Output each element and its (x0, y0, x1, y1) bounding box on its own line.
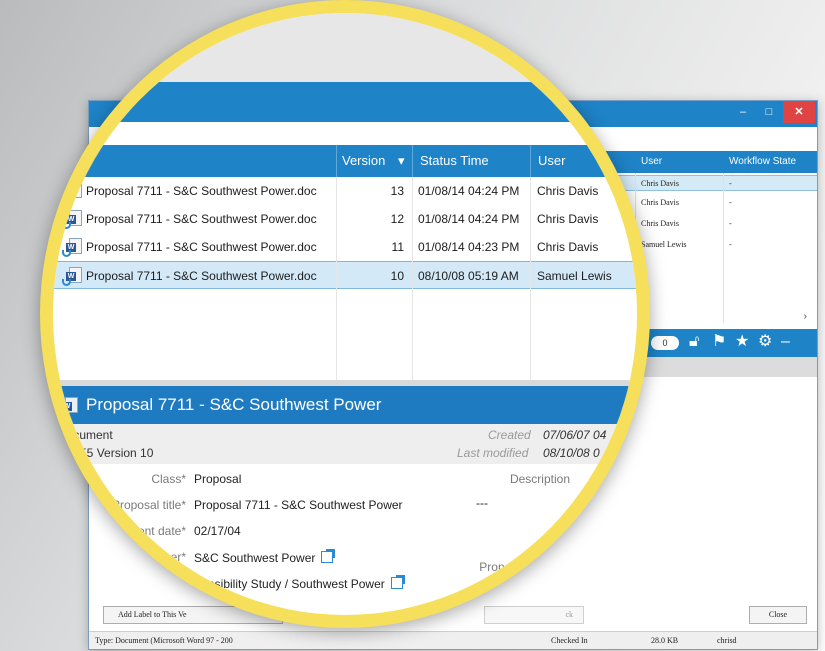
proposal-title-value[interactable]: Proposal 7711 - S&C Southwest Power (194, 498, 403, 512)
class-value[interactable]: Proposal (194, 472, 241, 486)
card-title: Proposal 7711 - S&C Southwest Power (86, 395, 382, 414)
col-name[interactable]: Name (58, 153, 93, 168)
object-id-version: ID 255 Version 10 (58, 446, 154, 460)
linked-word-document-icon: W (62, 210, 82, 229)
expand-chevron-icon[interactable]: › (53, 269, 54, 283)
back-col-workflow[interactable]: Workflow State (729, 156, 796, 167)
row-status-time: 01/08/14 04:23 PM (418, 240, 520, 254)
count-badge: 0 (651, 336, 679, 350)
row-user: Chris Davis (537, 240, 599, 254)
back-row-user: Chris Davis (641, 198, 679, 207)
column-divider (530, 177, 531, 380)
metadata-card-header: W Proposal 7711 - S&C Southwest Power (53, 386, 637, 424)
row-user: Chris Davis (537, 184, 599, 198)
close-window-button[interactable]: ✕ (783, 101, 815, 123)
status-user: chrisd (717, 636, 737, 645)
back-row-state: - (729, 179, 732, 188)
col-status-time[interactable]: Status Time (420, 153, 489, 168)
customer-text: S&C Southwest Power (194, 551, 316, 565)
linked-word-document-icon: W (62, 238, 82, 257)
back-row-state: - (729, 198, 732, 207)
back-row-user: Chris Davis (641, 179, 679, 188)
maximize-button[interactable]: □ (757, 101, 781, 123)
proposal-number-label: Proposal numb (479, 560, 560, 574)
header-divider (412, 145, 413, 177)
close-button[interactable]: Close (749, 606, 807, 624)
col-version[interactable]: Version (342, 153, 385, 168)
class-label: Class* (151, 472, 186, 486)
back-row-state: - (729, 219, 732, 228)
row-version: 13 (390, 184, 404, 198)
header-divider (336, 145, 337, 177)
status-type: Type: Document (Microsoft Word 97 - 200 (95, 636, 233, 645)
zoom-top-chrome (53, 13, 637, 82)
back-col-user[interactable]: User (641, 156, 662, 167)
scroll-right-icon[interactable]: › (804, 311, 807, 322)
back-row-user: Chris Davis (641, 219, 679, 228)
row-user: Samuel Lewis (537, 269, 612, 283)
open-link-icon[interactable] (321, 549, 336, 563)
list-row-selected[interactable]: › W Proposal 7711 - S&C Southwest Power.… (53, 261, 637, 289)
row-status-time: 01/08/14 04:24 PM (418, 212, 520, 226)
star-icon[interactable]: ★ (735, 333, 749, 351)
object-type: Document (58, 428, 113, 442)
row-version: 12 (390, 212, 404, 226)
proposal-title-label: Proposal title* (111, 498, 186, 512)
project-label: t (182, 576, 186, 590)
document-date-value[interactable]: 02/17/04 (194, 524, 241, 538)
back-row-user: Samuel Lewis (641, 240, 687, 249)
expand-chevron-icon[interactable]: › (53, 240, 54, 254)
row-name: Proposal 7711 - S&C Southwest Power.doc (86, 240, 317, 254)
row-user: Chris Davis (537, 212, 599, 226)
list-row[interactable]: › W Proposal 7711 - S&C Southwest Power.… (53, 233, 637, 261)
project-text: Feasibility Study / Southwest Power (194, 577, 385, 591)
last-modified-label: Last modified (457, 446, 529, 460)
list-row[interactable]: › W Proposal 7711 - S&C Southwest Power.… (53, 205, 637, 233)
row-name: Proposal 7711 - S&C Southwest Power.doc (86, 269, 317, 283)
date-value-partial[interactable]: 16/07 (194, 600, 224, 614)
status-checked: Checked In (551, 636, 588, 645)
description-value[interactable]: --- (476, 496, 488, 510)
lock-icon[interactable]: 🔓︎ (689, 333, 699, 351)
row-version: 11 (391, 240, 404, 254)
description-label: Description (509, 472, 570, 486)
col-user[interactable]: User (538, 153, 565, 168)
status-bar: Type: Document (Microsoft Word 97 - 200 … (89, 631, 817, 649)
flag-icon[interactable]: ⚑ (712, 333, 726, 351)
created-value: 07/06/07 04 (543, 428, 607, 442)
sort-desc-icon[interactable]: ▾ (398, 153, 405, 169)
metadata-summary: Document ID 255 Version 10 Created 07/06… (53, 424, 637, 464)
last-modified-value: 08/10/08 0 (543, 446, 600, 460)
linked-document-icon: W (58, 397, 78, 416)
document-date-label: ment date* (127, 524, 186, 538)
magnifier-lens: Name Version ▾ Status Time User › W Prop… (40, 0, 650, 628)
open-link-icon[interactable] (390, 575, 405, 589)
customer-value[interactable]: S&C Southwest Power (194, 549, 336, 565)
header-divider (530, 145, 531, 177)
row-status-time: 08/10/08 05:19 AM (418, 269, 519, 283)
word-document-icon: W (66, 182, 82, 200)
customer-label: tomer* (150, 550, 186, 564)
project-value[interactable]: Feasibility Study / Southwest Power (194, 575, 405, 591)
minimize-button[interactable]: – (731, 101, 755, 123)
list-row[interactable]: › W Proposal 7711 - S&C Southwest Power.… (53, 177, 637, 205)
linked-word-document-icon: W (62, 267, 82, 286)
column-divider (723, 173, 724, 323)
row-status-time: 01/08/14 04:24 PM (418, 184, 520, 198)
column-divider (412, 177, 413, 380)
column-divider (336, 177, 337, 380)
row-version: 10 (390, 269, 404, 283)
zoom-titlebar (53, 82, 637, 122)
gear-icon[interactable]: ⚙ (758, 333, 772, 351)
status-size: 28.0 KB (651, 636, 679, 645)
created-label: Created (488, 428, 531, 442)
row-name: Proposal 7711 - S&C Southwest Power.doc (86, 212, 317, 226)
list-header: Name Version ▾ Status Time User (53, 145, 637, 177)
row-name: Proposal 7711 - S&C Southwest Power.doc (86, 184, 317, 198)
back-row-state: - (729, 240, 732, 249)
minimize-panel-icon[interactable]: – (781, 333, 790, 351)
lens-content: Name Version ▾ Status Time User › W Prop… (53, 13, 637, 615)
